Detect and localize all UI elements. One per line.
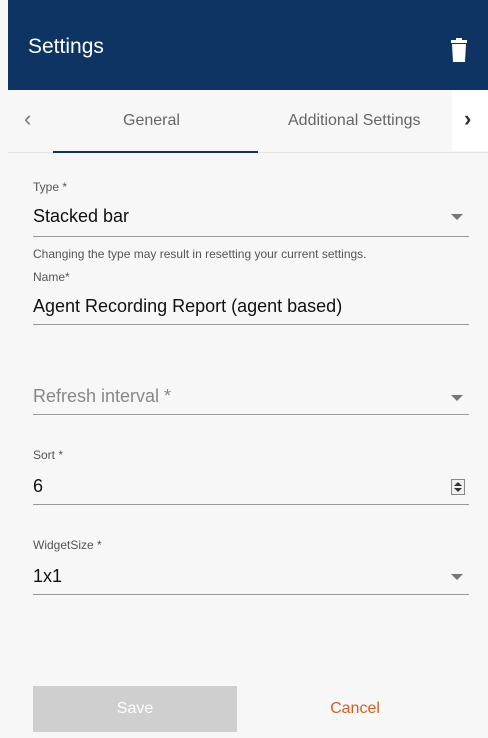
sort-stepper[interactable]	[451, 479, 465, 495]
next-tab-button[interactable]: ›	[452, 90, 488, 151]
cancel-button[interactable]: Cancel	[300, 694, 410, 724]
trash-icon[interactable]	[450, 38, 468, 62]
tab-additional-settings[interactable]: Additional Settings	[288, 112, 421, 130]
name-underline	[33, 324, 469, 325]
type-hint: Changing the type may result in resettin…	[33, 247, 367, 261]
active-tab-indicator	[53, 151, 258, 153]
sort-input[interactable]: 6	[33, 476, 43, 497]
type-dropdown-icon[interactable]	[451, 214, 463, 220]
refresh-underline	[33, 414, 469, 415]
page-title: Settings	[28, 35, 104, 58]
widget-size-label: WidgetSize *	[33, 538, 102, 552]
sort-underline	[33, 504, 469, 505]
type-label: Type *	[33, 180, 68, 194]
refresh-interval-dropdown-icon[interactable]	[451, 395, 463, 401]
widget-size-underline	[33, 594, 469, 595]
chevron-right-icon[interactable]: ›	[464, 106, 471, 132]
refresh-interval-select[interactable]: Refresh interval *	[33, 386, 171, 407]
name-input[interactable]: Agent Recording Report (agent based)	[33, 296, 342, 317]
widget-size-select[interactable]: 1x1	[33, 566, 62, 587]
widget-size-dropdown-icon[interactable]	[451, 574, 463, 580]
type-select[interactable]: Stacked bar	[33, 206, 129, 227]
save-button[interactable]: Save	[33, 686, 237, 732]
settings-header: Settings	[8, 0, 488, 90]
sort-label: Sort *	[33, 448, 64, 462]
type-underline	[33, 236, 469, 237]
chevron-left-icon[interactable]: ‹	[24, 106, 31, 132]
name-label: Name*	[33, 270, 70, 284]
tab-general[interactable]: General	[123, 112, 180, 130]
tab-bar: ‹ General Additional Settings ›	[8, 90, 488, 153]
